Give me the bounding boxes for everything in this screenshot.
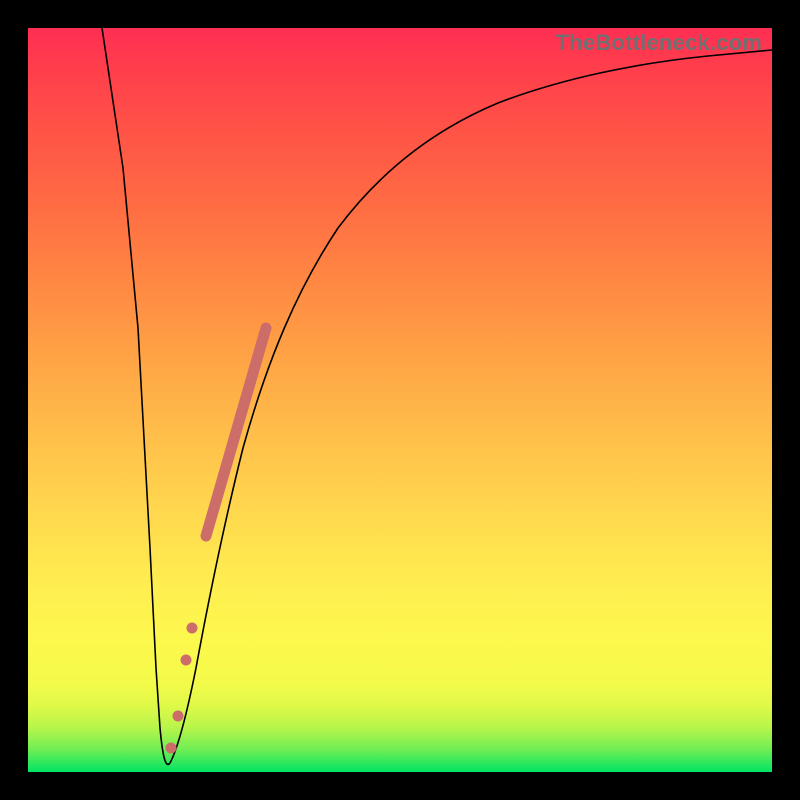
marker-dot — [181, 655, 192, 666]
marker-dot — [187, 623, 198, 634]
marker-band — [206, 328, 266, 536]
chart-frame: TheBottleneck.com — [0, 0, 800, 800]
bottleneck-curve-line — [102, 28, 772, 764]
marker-dot — [173, 711, 184, 722]
chart-plot-area: TheBottleneck.com — [28, 28, 772, 772]
marker-dot — [166, 743, 177, 754]
chart-svg — [28, 28, 772, 772]
